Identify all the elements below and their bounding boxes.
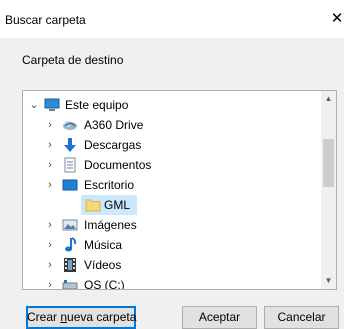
ok-button[interactable]: Aceptar xyxy=(182,306,257,329)
window-title: Buscar carpeta xyxy=(5,13,86,27)
chevron-right-icon[interactable]: › xyxy=(44,258,56,272)
chevron-right-icon[interactable]: › xyxy=(44,118,56,132)
tree-item-label: GML xyxy=(104,198,131,212)
folder-tree-content: ⌄ Este equipo › A360 Drive › Descargas ›… xyxy=(23,91,321,289)
music-icon xyxy=(62,237,78,253)
tree-item-gml[interactable]: GML xyxy=(23,195,321,215)
tree-item-label: Imágenes xyxy=(84,218,137,232)
close-button[interactable]: ✕ xyxy=(326,8,344,30)
tree-item-label: Documentos xyxy=(84,158,152,172)
tree-item-label: A360 Drive xyxy=(84,118,144,132)
destination-label: Carpeta de destino xyxy=(22,53,124,67)
tree-item-label: Descargas xyxy=(84,138,142,152)
tree-item-label: Vídeos xyxy=(84,258,122,272)
tree-item-este-equipo[interactable]: ⌄ Este equipo xyxy=(23,95,321,115)
tree-item-imagenes[interactable]: › Imágenes xyxy=(23,215,321,235)
tree-item-escritorio[interactable]: › Escritorio xyxy=(23,175,321,195)
scroll-up-arrow-icon[interactable]: ▲ xyxy=(321,91,336,107)
tree-item-os-c[interactable]: › OS (C:) xyxy=(23,275,321,289)
new-folder-button[interactable]: Crear nueva carpeta xyxy=(26,306,136,329)
folder-tree[interactable]: ⌄ Este equipo › A360 Drive › Descargas ›… xyxy=(22,90,337,290)
pictures-icon xyxy=(62,217,78,233)
cloud-drive-icon xyxy=(62,117,78,133)
chevron-right-icon[interactable]: › xyxy=(44,238,56,252)
new-folder-label-part: ueva carpeta xyxy=(67,310,137,324)
chevron-right-icon[interactable]: › xyxy=(44,158,56,172)
tree-item-a360-drive[interactable]: › A360 Drive xyxy=(23,115,321,135)
scroll-down-arrow-icon[interactable]: ▼ xyxy=(321,273,336,289)
tree-item-musica[interactable]: › Música xyxy=(23,235,321,255)
chevron-right-icon[interactable]: › xyxy=(44,178,56,192)
videos-icon xyxy=(62,257,78,273)
drive-icon xyxy=(62,277,78,289)
chevron-right-icon[interactable]: › xyxy=(44,278,56,289)
title-bar: Buscar carpeta ✕ xyxy=(0,0,344,38)
computer-icon xyxy=(44,97,60,113)
chevron-right-icon[interactable]: › xyxy=(44,138,56,152)
tree-item-descargas[interactable]: › Descargas xyxy=(23,135,321,155)
scrollbar-thumb[interactable] xyxy=(323,139,334,187)
chevron-down-icon[interactable]: ⌄ xyxy=(28,98,40,112)
new-folder-label-part: Crear xyxy=(27,310,61,324)
vertical-scrollbar[interactable]: ▲ ▼ xyxy=(321,91,336,289)
desktop-icon xyxy=(62,177,78,193)
tree-item-videos[interactable]: › Vídeos xyxy=(23,255,321,275)
download-icon xyxy=(62,137,78,153)
tree-item-label: Este equipo xyxy=(65,98,129,112)
chevron-right-icon[interactable]: › xyxy=(44,218,56,232)
tree-item-label: Música xyxy=(84,238,123,252)
tree-item-documentos[interactable]: › Documentos xyxy=(23,155,321,175)
close-icon: ✕ xyxy=(330,10,344,27)
tree-item-label: Escritorio xyxy=(84,178,135,192)
folder-icon xyxy=(85,197,101,213)
tree-item-label: OS (C:) xyxy=(84,278,125,289)
cancel-button[interactable]: Cancelar xyxy=(264,306,339,329)
document-icon xyxy=(62,157,78,173)
